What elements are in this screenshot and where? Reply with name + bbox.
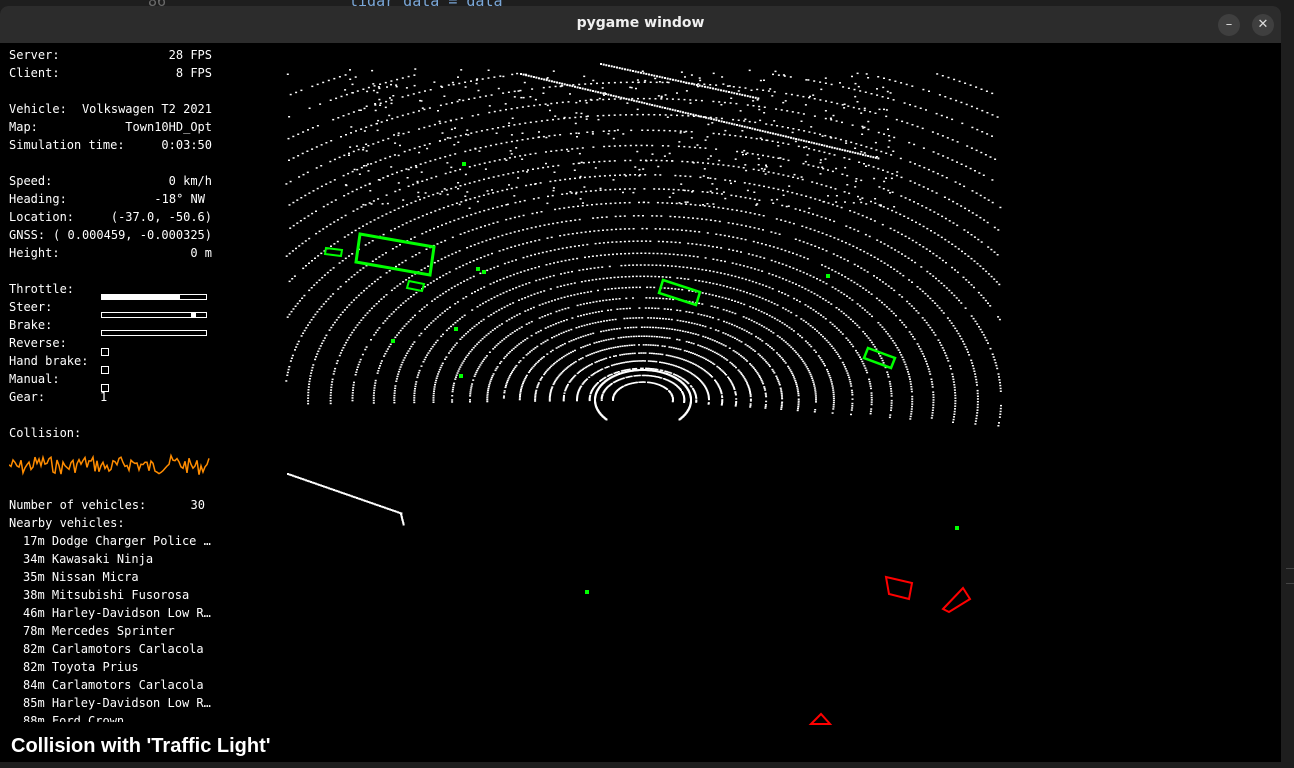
nearby-vehicles-label: Nearby vehicles: xyxy=(9,516,125,530)
nearby-vehicle-item: 17m Dodge Charger Police … xyxy=(23,534,211,548)
nearby-vehicle-item: 35m Nissan Micra xyxy=(23,570,139,584)
reverse-label: Reverse: xyxy=(9,336,67,350)
window-titlebar[interactable]: pygame window – ✕ xyxy=(0,6,1281,43)
nearby-vehicle-item: 46m Harley-Davidson Low R… xyxy=(23,606,211,620)
close-button[interactable]: ✕ xyxy=(1252,14,1274,36)
editor-divider xyxy=(1286,568,1294,569)
nearby-vehicle-item: 85m Harley-Davidson Low R… xyxy=(23,696,211,710)
vehicle-info: Vehicle: Volkswagen T2 2021 xyxy=(9,102,212,116)
nearby-vehicle-item: 38m Mitsubishi Fusorosa xyxy=(23,588,190,602)
server-fps: Server: 28 FPS xyxy=(9,48,212,62)
gnss-info: GNSS:( 0.000459, -0.000325) xyxy=(9,228,212,242)
handbrake-label: Hand brake: xyxy=(9,354,89,368)
location-info: Location: (-37.0, -50.6) xyxy=(9,210,212,224)
heading-info: Heading: -18° NW xyxy=(9,192,205,206)
manual-label: Manual: xyxy=(9,372,60,386)
speed-info: Speed: 0 km/h xyxy=(9,174,212,188)
client-fps: Client: 8 FPS xyxy=(9,66,212,80)
height-info: Height: 0 m xyxy=(9,246,212,260)
pygame-window: pygame window – ✕ Server: 28 FPS Client: 8… xyxy=(0,6,1281,762)
nearby-vehicle-item: 34m Kawasaki Ninja xyxy=(23,552,154,566)
nearby-vehicle-item: 82m Toyota Prius xyxy=(23,660,139,674)
window-title: pygame window xyxy=(576,15,705,31)
collision-label: Collision: xyxy=(9,426,82,440)
lidar-point-cloud xyxy=(285,63,1002,526)
map-info: Map: Town10HD_Opt xyxy=(9,120,212,134)
bounding-boxes xyxy=(323,162,972,725)
nearby-vehicle-item: 88m Ford Crown xyxy=(23,714,125,722)
nearby-vehicle-item: 78m Mercedes Sprinter xyxy=(23,624,175,638)
nearby-vehicle-item: 84m Carlamotors Carlacola xyxy=(23,678,204,692)
editor-divider xyxy=(1286,583,1294,584)
gear-info: Gear: 1 xyxy=(9,390,108,404)
collision-history-graph xyxy=(9,453,210,476)
minimize-button[interactable]: – xyxy=(1218,14,1240,36)
nearby-vehicle-item: 82m Carlamotors Carlacola xyxy=(23,642,204,656)
collision-notification: Collision with 'Traffic Light' xyxy=(11,735,271,757)
editor-side-strip xyxy=(1281,0,1294,768)
number-of-vehicles: Number of vehicles: 30 xyxy=(9,498,205,512)
simulation-viewport[interactable]: Server: 28 FPS Client: 8 FPS Vehicle: Volks… xyxy=(0,43,1281,762)
hud-panel: Server: 28 FPS Client: 8 FPS Vehicle: Volks… xyxy=(0,43,220,762)
simulation-time: Simulation time: 0:03:50 xyxy=(9,138,212,152)
